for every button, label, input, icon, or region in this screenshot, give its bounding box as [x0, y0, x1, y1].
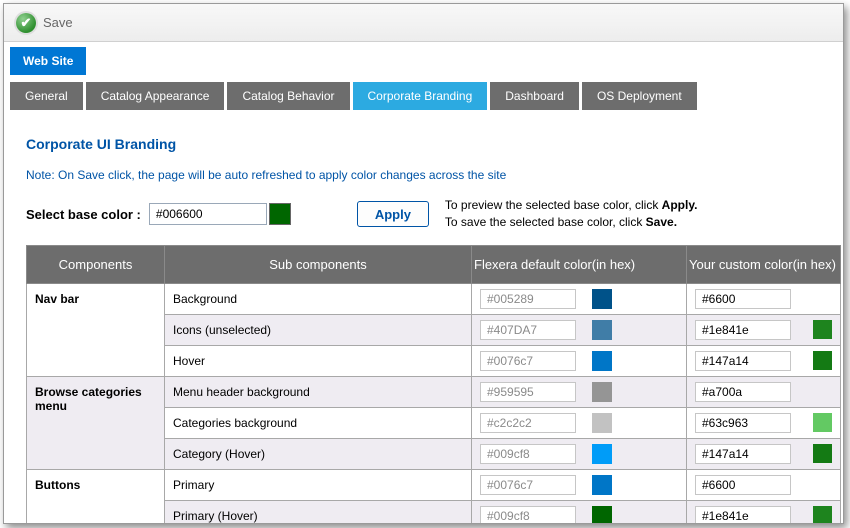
default-color-cell: #959595: [472, 376, 687, 407]
default-hex-box: #005289: [480, 289, 576, 309]
custom-color-swatch: [813, 351, 832, 370]
custom-color-cell: #147a14: [687, 438, 841, 469]
component-cell: Nav bar: [27, 283, 165, 376]
sub-component-cell: Categories background: [165, 407, 472, 438]
default-color-swatch: [592, 351, 612, 371]
default-color-cell: #009cf8: [472, 438, 687, 469]
custom-color-cell: #6600: [687, 469, 841, 500]
base-color-swatch: [269, 203, 291, 225]
table-header-row: Components Sub components Flexera defaul…: [27, 245, 841, 283]
col-header-components: Components: [27, 245, 165, 283]
default-color-swatch: [592, 506, 612, 524]
custom-color-swatch: [813, 320, 832, 339]
col-header-default-color: Flexera default color(in hex): [472, 245, 687, 283]
base-color-input[interactable]: [149, 203, 267, 225]
tab-strip: General Catalog Appearance Catalog Behav…: [10, 82, 843, 110]
hint-text: To preview the selected base color, clic…: [445, 197, 698, 232]
base-color-row: Select base color : Apply To preview the…: [26, 197, 829, 232]
default-color-cell: #407DA7: [472, 314, 687, 345]
custom-hex-input[interactable]: #a700a: [695, 382, 791, 402]
default-color-swatch: [592, 320, 612, 340]
custom-hex-input[interactable]: #6600: [695, 289, 791, 309]
sub-component-cell: Hover: [165, 345, 472, 376]
default-color-swatch: [592, 289, 612, 309]
tab-web-site[interactable]: Web Site: [10, 47, 86, 75]
table-row: Browse categories menu Menu header backg…: [27, 376, 841, 407]
custom-hex-input[interactable]: #6600: [695, 475, 791, 495]
col-header-custom-color: Your custom color(in hex): [687, 245, 841, 283]
default-hex-box: #c2c2c2: [480, 413, 576, 433]
custom-color-cell: #63c963: [687, 407, 841, 438]
custom-color-swatch: [813, 413, 832, 432]
save-button[interactable]: ✔ Save: [16, 13, 73, 33]
page-title: Corporate UI Branding: [26, 136, 829, 152]
tab-content: Corporate UI Branding Note: On Save clic…: [4, 136, 843, 524]
custom-color-cell: #6600: [687, 283, 841, 314]
tab-catalog-behavior[interactable]: Catalog Behavior: [227, 82, 349, 110]
tab-catalog-appearance[interactable]: Catalog Appearance: [86, 82, 225, 110]
default-hex-box: #959595: [480, 382, 576, 402]
custom-color-cell: #1e841e: [687, 500, 841, 524]
custom-color-swatch: [813, 444, 832, 463]
sub-component-cell: Primary: [165, 469, 472, 500]
default-hex-box: #009cf8: [480, 444, 576, 464]
default-color-swatch: [592, 475, 612, 495]
component-cell: Browse categories menu: [27, 376, 165, 469]
custom-hex-input[interactable]: #63c963: [695, 413, 791, 433]
custom-color-cell: #147a14: [687, 345, 841, 376]
sub-component-cell: Menu header background: [165, 376, 472, 407]
table-row: Buttons Primary #0076c7 #6600: [27, 469, 841, 500]
default-color-swatch: [592, 444, 612, 464]
default-color-swatch: [592, 382, 612, 402]
default-color-cell: #005289: [472, 283, 687, 314]
save-check-icon: ✔: [16, 13, 36, 33]
default-color-swatch: [592, 413, 612, 433]
apply-button[interactable]: Apply: [357, 201, 429, 227]
hint-line-1: To preview the selected base color, clic…: [445, 197, 698, 214]
branding-table: Components Sub components Flexera defaul…: [26, 245, 841, 524]
sub-component-cell: Icons (unselected): [165, 314, 472, 345]
app-window: ✔ Save Web Site General Catalog Appearan…: [3, 3, 844, 524]
default-hex-box: #009cf8: [480, 506, 576, 524]
custom-color-cell: #1e841e: [687, 314, 841, 345]
custom-color-cell: #a700a: [687, 376, 841, 407]
default-color-cell: #c2c2c2: [472, 407, 687, 438]
save-button-label: Save: [43, 15, 73, 30]
component-cell: Buttons: [27, 469, 165, 524]
toolbar: ✔ Save: [4, 4, 843, 42]
base-color-label: Select base color :: [26, 207, 141, 222]
custom-hex-input[interactable]: #147a14: [695, 444, 791, 464]
custom-color-swatch: [813, 506, 832, 524]
default-hex-box: #0076c7: [480, 351, 576, 371]
hint-line-2: To save the selected base color, click S…: [445, 214, 698, 231]
default-color-cell: #0076c7: [472, 469, 687, 500]
default-hex-box: #0076c7: [480, 475, 576, 495]
tab-os-deployment[interactable]: OS Deployment: [582, 82, 697, 110]
default-color-cell: #0076c7: [472, 345, 687, 376]
sub-component-cell: Primary (Hover): [165, 500, 472, 524]
custom-hex-input[interactable]: #147a14: [695, 351, 791, 371]
col-header-sub-components: Sub components: [165, 245, 472, 283]
sub-component-cell: Background: [165, 283, 472, 314]
refresh-note: Note: On Save click, the page will be au…: [26, 168, 829, 182]
default-hex-box: #407DA7: [480, 320, 576, 340]
default-color-cell: #009cf8: [472, 500, 687, 524]
custom-hex-input[interactable]: #1e841e: [695, 320, 791, 340]
table-row: Nav bar Background #005289 #6600: [27, 283, 841, 314]
tab-dashboard[interactable]: Dashboard: [490, 82, 579, 110]
sub-component-cell: Category (Hover): [165, 438, 472, 469]
custom-hex-input[interactable]: #1e841e: [695, 506, 791, 524]
tab-general[interactable]: General: [10, 82, 83, 110]
tab-corporate-branding[interactable]: Corporate Branding: [353, 82, 488, 110]
